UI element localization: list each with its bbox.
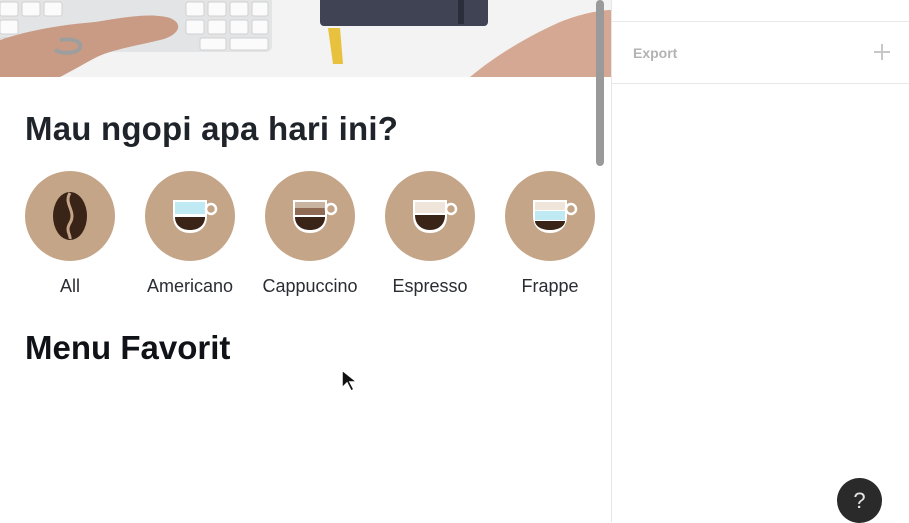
panel-header — [612, 0, 909, 22]
category-frappe[interactable]: Frappe — [500, 171, 600, 297]
hero-image — [0, 0, 611, 77]
inspector-panel: Export — [611, 0, 909, 522]
category-list: All Americano Cappuccino Espresso Frappe — [25, 171, 605, 301]
espresso-cup-icon — [385, 171, 475, 261]
category-label: Espresso — [392, 276, 468, 296]
section-title: Menu Favorit — [25, 329, 231, 366]
category-americano[interactable]: Americano — [140, 171, 240, 297]
page-heading: Mau ngopi apa hari ini? — [25, 110, 399, 147]
category-all[interactable]: All — [20, 171, 120, 297]
export-label: Export — [633, 45, 678, 61]
scrollbar[interactable] — [596, 0, 604, 166]
category-label: All — [59, 276, 80, 296]
export-section[interactable]: Export — [612, 22, 909, 84]
help-button[interactable]: ? — [837, 478, 882, 523]
category-espresso[interactable]: Espresso — [380, 171, 480, 297]
cappuccino-cup-icon — [265, 171, 355, 261]
category-label: Cappuccino — [262, 276, 358, 296]
app-preview: Mau ngopi apa hari ini? All Americano Ca… — [0, 0, 611, 522]
category-label: Frappe — [521, 276, 579, 296]
coffee-bean-icon — [25, 171, 115, 261]
mouse-cursor-icon — [341, 368, 360, 393]
category-label: Americano — [146, 276, 234, 296]
americano-cup-icon — [145, 171, 235, 261]
category-cappuccino[interactable]: Cappuccino — [260, 171, 360, 297]
frappe-cup-icon — [505, 171, 595, 261]
add-export-icon[interactable] — [872, 42, 892, 62]
